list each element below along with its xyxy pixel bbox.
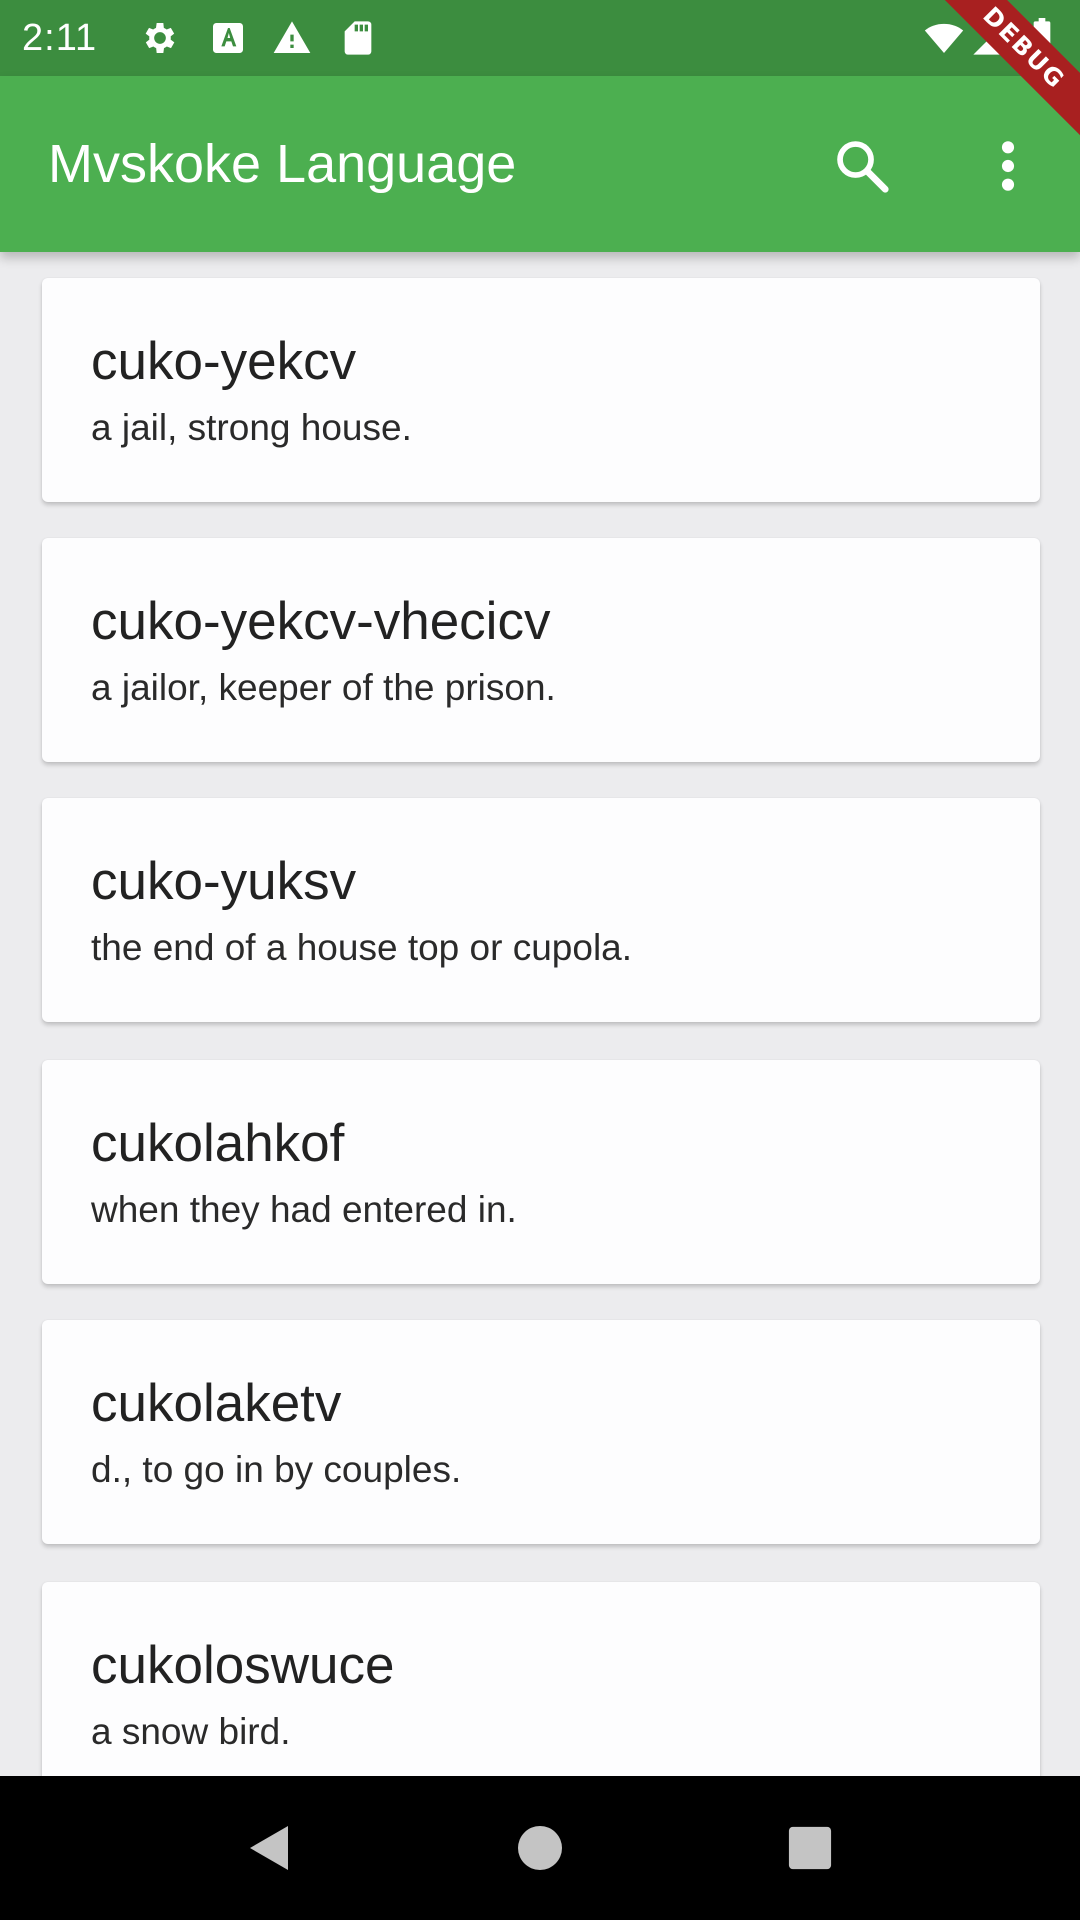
warning-icon [273, 21, 311, 53]
app-title: Mvskoke Language [48, 134, 517, 194]
word-definition: a snow bird. [91, 1711, 291, 1752]
recents-icon [788, 1826, 832, 1870]
word-card[interactable]: cukolahkof when they had entered in. [42, 1060, 1040, 1284]
search-button[interactable] [822, 126, 902, 206]
home-button[interactable] [500, 1808, 580, 1888]
word-title: cuko-yekcv [91, 332, 357, 391]
word-title: cuko-yuksv [91, 852, 357, 911]
status-bar: 2:11 [0, 0, 1080, 76]
word-card[interactable]: cukolaketv d., to go in by couples. [42, 1320, 1040, 1544]
back-icon [250, 1826, 288, 1870]
word-definition: when they had entered in. [91, 1189, 517, 1230]
word-title: cukolahkof [91, 1114, 345, 1173]
word-list[interactable]: cuko-yekcv a jail, strong house. cuko-ye… [0, 252, 1080, 1776]
navigation-bar [0, 1776, 1080, 1920]
word-definition: a jail, strong house. [91, 407, 412, 448]
screen: 2:11 DEBUG Mvskoke Language cuko-yekcv a… [0, 0, 1080, 1920]
sd-card-icon [344, 21, 372, 55]
word-title: cukolaketv [91, 1374, 342, 1433]
more-vert-icon [1001, 141, 1015, 191]
recents-button[interactable] [770, 1808, 850, 1888]
search-icon [837, 141, 889, 193]
more-options-button[interactable] [968, 126, 1048, 206]
text-a-icon [213, 23, 243, 53]
word-card[interactable]: cuko-yekcv a jail, strong house. [42, 278, 1040, 502]
word-title: cuko-yekcv-vhecicv [91, 592, 551, 651]
word-definition: a jailor, keeper of the prison. [91, 667, 556, 708]
word-card[interactable]: cukoloswuce a snow bird. [42, 1582, 1040, 1776]
back-button[interactable] [228, 1808, 308, 1888]
word-card[interactable]: cuko-yuksv the end of a house top or cup… [42, 798, 1040, 1022]
word-definition: the end of a house top or cupola. [91, 927, 633, 968]
settings-icon [145, 23, 175, 53]
word-card[interactable]: cuko-yekcv-vhecicv a jailor, keeper of t… [42, 538, 1040, 762]
app-bar: Mvskoke Language [0, 76, 1080, 252]
word-title: cukoloswuce [91, 1636, 395, 1695]
word-definition: d., to go in by couples. [91, 1449, 462, 1490]
status-time: 2:11 [22, 17, 98, 59]
home-icon [518, 1826, 562, 1870]
wifi-icon [924, 23, 964, 53]
